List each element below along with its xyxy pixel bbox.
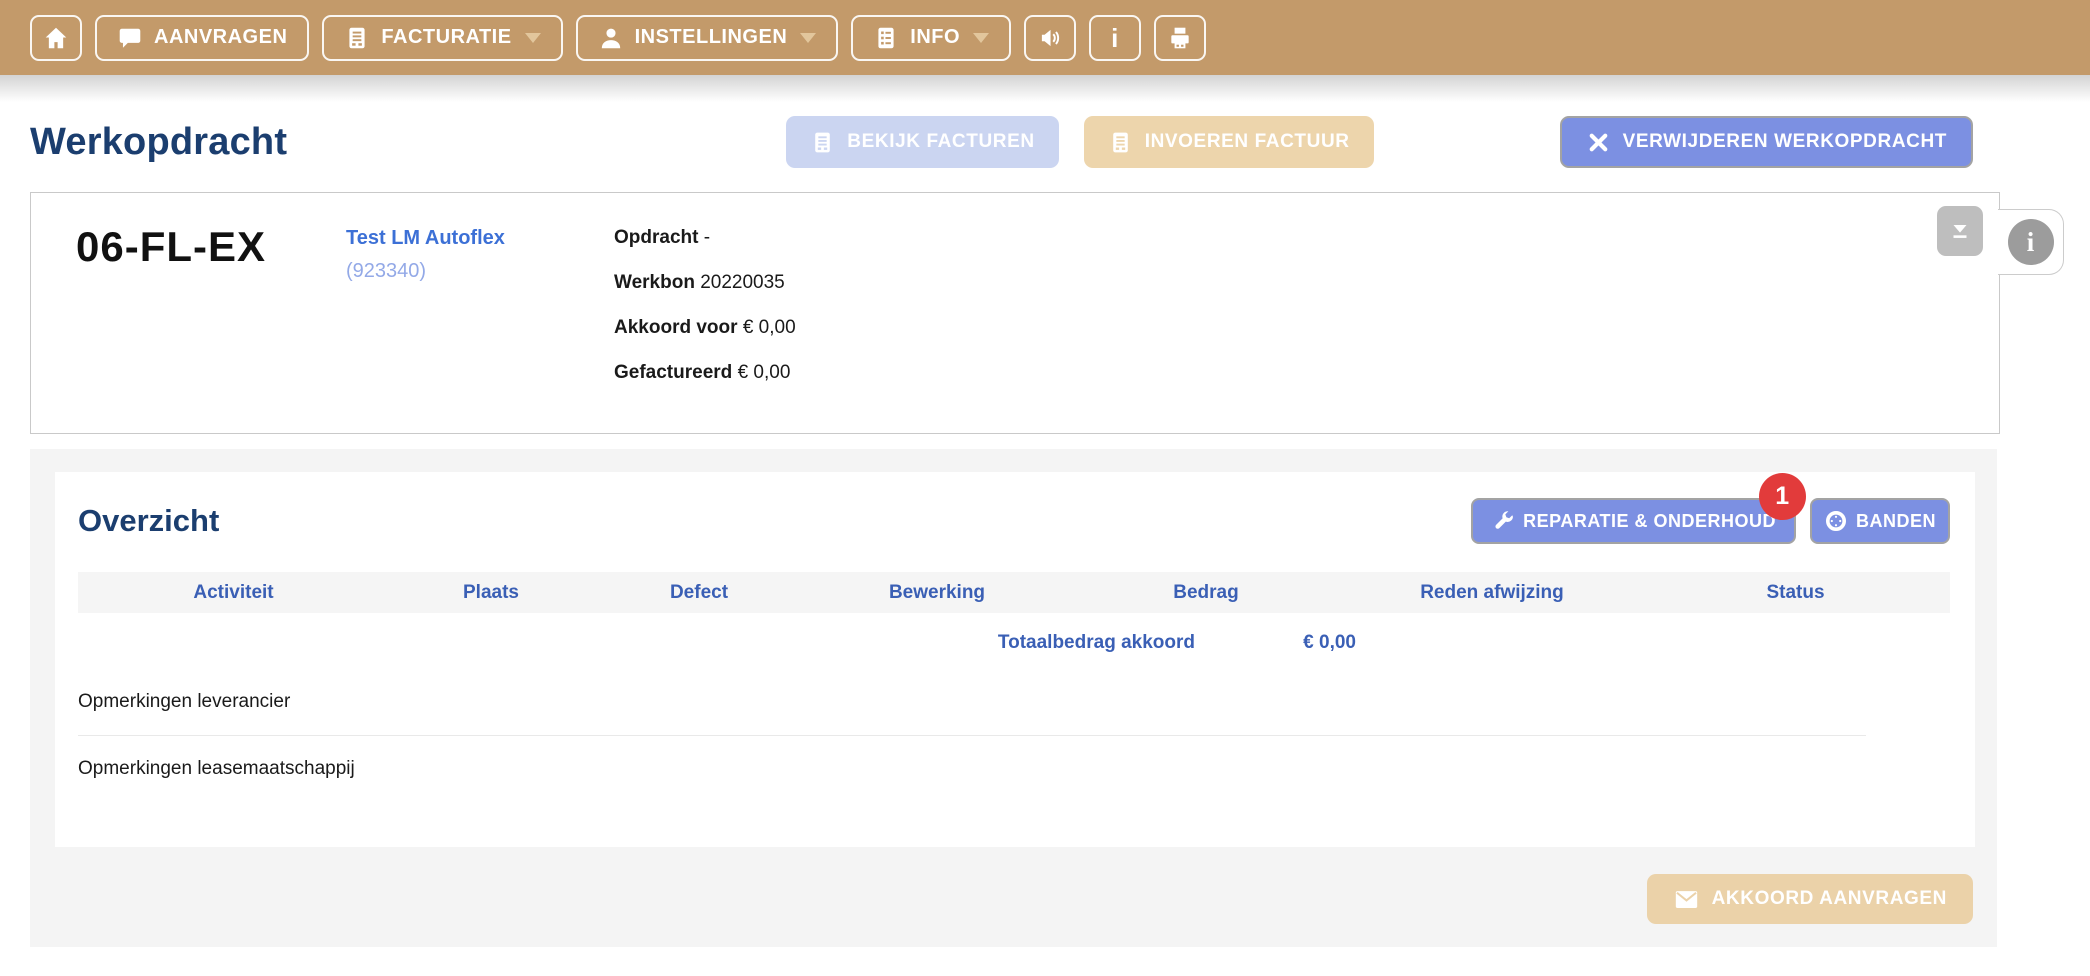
info-menu-button[interactable]: INFO [851,15,1011,61]
total-value: € 0,00 [1195,632,1356,654]
chevron-down-icon [973,33,989,43]
overview-header: Overzicht REPARATIE & ONDERHOUD 1 BANDEN [78,498,1950,544]
invoice-icon [810,130,835,155]
banden-button[interactable]: BANDEN [1810,498,1950,544]
werkbon-label: Werkbon [614,272,695,293]
info-circle-icon[interactable]: i [2008,219,2054,265]
akkoord-aanvragen-button[interactable]: AKKOORD AANVRAGEN [1647,874,1973,924]
page-title: Werkopdracht [30,121,287,164]
overview-section: Overzicht REPARATIE & ONDERHOUD 1 BANDEN… [30,449,1997,947]
card-side-flap: i [1998,209,2064,275]
total-row: Totaalbedrag akkoord € 0,00 [78,617,1950,669]
column-header-reden-afwijzing: Reden afwijzing [1343,582,1641,604]
topbar-shadow [0,75,2090,102]
aanvragen-label: AANVRAGEN [154,26,287,49]
invoice-icon [1108,130,1133,155]
column-header-status: Status [1641,582,1950,604]
column-header-bewerking: Bewerking [805,582,1069,604]
remarks-lease-company: Opmerkingen leasemaatschappij [78,735,1866,802]
company-column: Test LM Autoflex (923340) [346,223,614,433]
home-button[interactable] [30,15,82,61]
akkoord-aanvragen-label: AKKOORD AANVRAGEN [1712,888,1947,910]
top-navigation-bar: AANVRAGEN FACTURATIE INSTELLINGEN INFO i [0,0,2090,75]
license-plate: 06-FL-EX [76,223,346,433]
collapse-icon [1947,218,1973,244]
page-header: Werkopdracht BEKIJK FACTUREN INVOEREN FA… [0,102,2090,168]
print-button[interactable] [1154,15,1206,61]
home-icon [43,25,69,51]
user-icon [598,25,624,51]
list-icon [873,25,899,51]
company-link[interactable]: Test LM Autoflex [346,227,614,250]
wrench-icon [1491,509,1515,533]
printer-icon [1167,25,1193,51]
gefactureerd-label: Gefactureerd [614,362,732,383]
vehicle-card: 06-FL-EX Test LM Autoflex (923340) Opdra… [30,192,2000,434]
verwijderen-werkopdracht-button[interactable]: VERWIJDEREN WERKOPDRACHT [1560,116,1973,168]
akkoord-voor-value: € 0,00 [743,317,796,338]
gefactureerd-value: € 0,00 [738,362,791,383]
verwijderen-werkopdracht-label: VERWIJDEREN WERKOPDRACHT [1623,131,1947,153]
reparatie-onderhoud-label: REPARATIE & ONDERHOUD [1523,511,1776,532]
invoeren-factuur-label: INVOEREN FACTUUR [1145,131,1350,153]
collapse-card-button[interactable] [1937,206,1983,256]
remarks-supplier: Opmerkingen leverancier [78,669,1866,735]
gefactureerd-line: Gefactureerd € 0,00 [614,362,796,384]
tire-icon [1824,509,1848,533]
column-header-activiteit: Activiteit [78,582,389,604]
overview-card: Overzicht REPARATIE & ONDERHOUD 1 BANDEN… [55,472,1975,847]
column-header-bedrag: Bedrag [1069,582,1343,604]
invoeren-factuur-button[interactable]: INVOEREN FACTUUR [1084,116,1374,168]
chevron-down-icon [800,33,816,43]
opdracht-line: Opdracht - [614,227,796,249]
opdracht-value: - [704,227,710,248]
comment-icon [117,25,143,51]
overview-title: Overzicht [78,503,219,539]
akkoord-voor-label: Akkoord voor [614,317,738,338]
column-header-plaats: Plaats [389,582,593,604]
aanvragen-button[interactable]: AANVRAGEN [95,15,309,61]
help-button[interactable]: i [1089,15,1141,61]
banden-label: BANDEN [1856,511,1936,532]
werkbon-value: 20220035 [700,272,785,293]
opdracht-label: Opdracht [614,227,698,248]
total-label: Totaalbedrag akkoord [78,632,1195,654]
bekijk-facturen-label: BEKIJK FACTUREN [847,131,1034,153]
envelope-icon [1673,886,1700,913]
company-number: (923340) [346,260,614,283]
order-details: Opdracht - Werkbon 20220035 Akkoord voor… [614,223,796,433]
instellingen-label: INSTELLINGEN [635,26,788,49]
facturatie-button[interactable]: FACTURATIE [322,15,562,61]
bekijk-facturen-button[interactable]: BEKIJK FACTUREN [786,116,1058,168]
chevron-down-icon [525,33,541,43]
close-icon [1586,130,1611,155]
overview-table: Activiteit Plaats Defect Bewerking Bedra… [78,572,1950,669]
akkoord-voor-line: Akkoord voor € 0,00 [614,317,796,339]
table-header-row: Activiteit Plaats Defect Bewerking Bedra… [78,572,1950,613]
speaker-icon [1037,25,1063,51]
werkbon-line: Werkbon 20220035 [614,272,796,294]
facturatie-label: FACTURATIE [381,26,511,49]
sound-button[interactable] [1024,15,1076,61]
reparatie-onderhoud-button[interactable]: REPARATIE & ONDERHOUD 1 [1471,498,1796,544]
instellingen-button[interactable]: INSTELLINGEN [576,15,839,61]
status-badge: 1 [1759,473,1806,520]
column-header-defect: Defect [593,582,805,604]
info-menu-label: INFO [910,26,960,49]
invoice-icon [344,25,370,51]
info-icon: i [1111,25,1119,51]
